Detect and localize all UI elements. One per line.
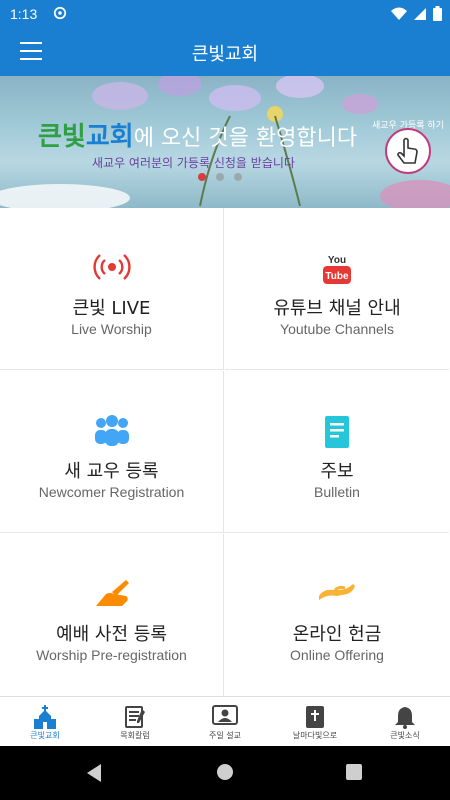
- tile-title: 온라인 헌금: [292, 624, 382, 645]
- app-bar: 큰빛교회: [0, 28, 450, 76]
- nav-label: 목회칼럼: [120, 731, 150, 740]
- tile-subtitle: Worship Pre-registration: [36, 647, 187, 663]
- tile-newcomer-registration[interactable]: 새 교우 등록 Newcomer Registration: [0, 371, 224, 533]
- tile-title: 큰빛 LIVE: [72, 298, 151, 319]
- nav-item-column[interactable]: 목회칼럼: [90, 697, 180, 747]
- signal-icon: [414, 7, 426, 20]
- nav-item-church[interactable]: 큰빛교회: [0, 697, 90, 747]
- tile-title: 예배 사전 등록: [56, 624, 167, 645]
- tile-subtitle: Online Offering: [290, 647, 384, 663]
- tile-subtitle: Youtube Channels: [280, 321, 394, 337]
- recent-apps-icon[interactable]: [345, 763, 363, 781]
- giving-hand-icon: [319, 584, 355, 600]
- newcomer-touch-button[interactable]: [385, 128, 431, 174]
- youtube-icon-text: You: [328, 255, 346, 266]
- carousel-dot-3[interactable]: [234, 173, 242, 181]
- column-writing-icon: [125, 706, 145, 728]
- pointing-hand-icon: [397, 137, 418, 164]
- battery-icon: [433, 6, 442, 21]
- banner-subtitle: 새교우 여러분의 가등록 신청을 받습니다: [92, 156, 295, 170]
- nav-label: 큰빛교회: [30, 731, 60, 740]
- tile-subtitle: Newcomer Registration: [38, 484, 185, 500]
- tile-bulletin[interactable]: 주보 Bulletin: [225, 371, 449, 533]
- bottom-navigation: 큰빛교회 목회칼럼 주일 설교 날마다빛으로 큰빛소식: [0, 696, 450, 747]
- nav-label: 주일 설교: [209, 731, 241, 740]
- carousel-dot-2[interactable]: [216, 173, 224, 181]
- banner-headline: 큰빛교회에 오신 것을 환영합니다: [38, 116, 357, 153]
- sync-status-icon: [53, 6, 67, 20]
- tile-subtitle: Bulletin: [314, 484, 360, 500]
- wifi-icon: [391, 7, 407, 20]
- church-icon: [34, 705, 56, 729]
- live-broadcast-icon: [92, 254, 131, 280]
- tile-worship-preregistration[interactable]: 예배 사전 등록 Worship Pre-registration: [0, 534, 224, 696]
- banner-brand-part2: 교회: [85, 122, 134, 152]
- tile-live-worship[interactable]: 큰빛 LIVE Live Worship: [0, 208, 224, 370]
- tile-title: 유튜브 채널 안내: [273, 298, 401, 319]
- nav-label: 날마다빛으로: [292, 731, 338, 740]
- back-icon[interactable]: [85, 763, 103, 783]
- app-title: 큰빛교회: [191, 44, 259, 65]
- bible-icon: [306, 706, 324, 728]
- banner-brand-part1: 큰빛: [38, 122, 86, 152]
- tile-title: 주보: [320, 461, 354, 482]
- home-icon[interactable]: [216, 763, 234, 781]
- bulletin-document-icon: [325, 416, 349, 448]
- status-time: 1:13: [10, 6, 38, 22]
- tile-online-offering[interactable]: 온라인 헌금 Online Offering: [225, 534, 449, 696]
- carousel-dot-1[interactable]: [198, 173, 206, 181]
- system-navigation-bar: [0, 746, 450, 800]
- tile-youtube-channels[interactable]: You Tube 유튜브 채널 안내 Youtube Channels: [225, 208, 449, 370]
- banner-headline-rest: 에 오신 것을 환영합니다: [133, 126, 358, 151]
- carousel-indicator[interactable]: [198, 173, 242, 181]
- tile-title: 새 교우 등록: [64, 461, 159, 482]
- status-bar: 1:13: [0, 0, 450, 28]
- nav-item-sermon[interactable]: 주일 설교: [180, 697, 270, 747]
- welcome-banner[interactable]: 큰빛교회에 오신 것을 환영합니다 새교우 여러분의 가등록 신청을 받습니다 …: [0, 76, 450, 208]
- youtube-icon: You Tube: [323, 255, 351, 284]
- tile-subtitle: Live Worship: [71, 321, 152, 337]
- nav-item-daily-light[interactable]: 날마다빛으로: [270, 697, 360, 747]
- youtube-icon-text2: Tube: [325, 271, 349, 282]
- menu-grid: 큰빛 LIVE Live Worship You Tube 유튜브 채널 안내 …: [0, 208, 450, 696]
- sermon-video-icon: [212, 705, 238, 725]
- people-group-icon: [94, 415, 129, 446]
- nav-item-news[interactable]: 큰빛소식: [360, 697, 450, 747]
- writing-hand-icon: [95, 580, 129, 606]
- bell-icon: [395, 707, 415, 729]
- status-icons: [391, 6, 442, 21]
- nav-label: 큰빛소식: [390, 731, 420, 740]
